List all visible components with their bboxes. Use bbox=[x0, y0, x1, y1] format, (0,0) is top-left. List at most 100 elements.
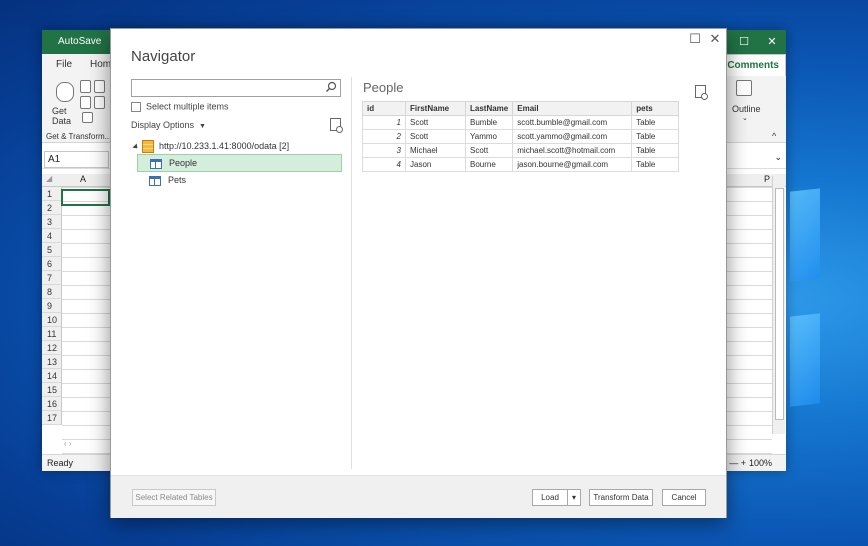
dialog-footer: Select Related Tables Load ▾ Transform D… bbox=[111, 475, 726, 518]
outline-icon[interactable] bbox=[736, 80, 752, 96]
row-header[interactable]: 10 bbox=[42, 313, 62, 327]
column-header[interactable]: id bbox=[362, 101, 406, 116]
recent-sources-icon[interactable] bbox=[94, 96, 105, 109]
table-cell: michael.scott@hotmail.com bbox=[512, 143, 633, 158]
checkbox-box[interactable] bbox=[131, 101, 141, 112]
comments-button[interactable]: Comments bbox=[720, 54, 786, 76]
table-cell: scott.yammo@gmail.com bbox=[512, 129, 633, 144]
column-header[interactable]: FirstName bbox=[405, 101, 466, 116]
load-button[interactable]: Load bbox=[532, 489, 568, 506]
row-header[interactable]: 8 bbox=[42, 285, 62, 299]
dialog-title: Navigator bbox=[131, 48, 196, 65]
row-header[interactable]: 5 bbox=[42, 243, 62, 257]
menu-file[interactable]: File bbox=[56, 59, 72, 70]
cancel-button[interactable]: Cancel bbox=[662, 489, 706, 506]
display-options-label: Display Options bbox=[131, 120, 195, 130]
row-header[interactable]: 14 bbox=[42, 369, 62, 383]
select-all-icon[interactable]: ◢ bbox=[46, 174, 52, 183]
selected-cell[interactable] bbox=[61, 189, 110, 206]
table-row: 1 Scott Bumble scott.bumble@gmail.com Table bbox=[362, 115, 680, 130]
row-header[interactable]: 1 bbox=[42, 187, 62, 201]
from-text-icon[interactable] bbox=[80, 80, 91, 93]
close-icon[interactable]: ✕ bbox=[705, 31, 725, 47]
column-p-cells[interactable] bbox=[726, 187, 772, 457]
column-header[interactable]: LastName bbox=[464, 101, 514, 116]
maximize-icon[interactable]: ☐ bbox=[685, 31, 705, 47]
select-related-tables-button[interactable]: Select Related Tables bbox=[132, 489, 216, 506]
column-a-cells[interactable] bbox=[62, 187, 110, 457]
select-multiple-checkbox[interactable]: Select multiple items bbox=[131, 101, 229, 113]
menu-home[interactable]: Hom bbox=[90, 59, 111, 70]
table-cell: Table bbox=[631, 129, 680, 144]
maximize-icon[interactable]: ☐ bbox=[730, 30, 758, 54]
table-header-row: id FirstName LastName Email pets bbox=[362, 101, 680, 116]
transform-data-button[interactable]: Transform Data bbox=[589, 489, 653, 506]
row-header[interactable]: 11 bbox=[42, 327, 62, 341]
column-a-header[interactable]: A bbox=[80, 174, 86, 184]
row-header[interactable]: 16 bbox=[42, 397, 62, 411]
preview-title: People bbox=[363, 80, 404, 95]
preview-export-icon[interactable] bbox=[695, 85, 708, 100]
source-url: http://10.233.1.41:8000/odata bbox=[159, 141, 277, 151]
close-icon[interactable]: ✕ bbox=[758, 30, 786, 54]
row-header[interactable]: 7 bbox=[42, 271, 62, 285]
load-dropdown-chevron-icon[interactable]: ▾ bbox=[567, 489, 581, 506]
row-header[interactable]: 13 bbox=[42, 355, 62, 369]
tree-item-people[interactable]: People bbox=[137, 154, 342, 172]
formula-expand-icon[interactable]: ⌄ bbox=[774, 152, 782, 163]
existing-connections-icon[interactable] bbox=[82, 112, 93, 123]
display-options-dropdown[interactable]: Display Options ▼ bbox=[131, 120, 206, 130]
tree-source-node[interactable]: http://10.233.1.41:8000/odata [2] bbox=[132, 139, 289, 154]
table-cell: scott.bumble@gmail.com bbox=[512, 115, 633, 130]
get-data-icon[interactable] bbox=[56, 82, 74, 102]
table-cell: Jason bbox=[405, 157, 466, 172]
table-cell: 4 bbox=[362, 157, 406, 172]
row-header[interactable]: 12 bbox=[42, 341, 62, 355]
odata-feed-icon bbox=[142, 140, 154, 154]
table-cell: Yammo bbox=[464, 129, 514, 144]
outline-label[interactable]: Outline bbox=[732, 104, 761, 114]
vertical-scrollbar[interactable] bbox=[772, 176, 785, 434]
refresh-document-icon[interactable] bbox=[330, 118, 343, 133]
pane-divider[interactable] bbox=[351, 77, 352, 469]
search-icon[interactable] bbox=[325, 81, 337, 93]
table-cell: Bumble bbox=[464, 115, 514, 130]
table-cell: Scott bbox=[405, 129, 466, 144]
collapse-ribbon-icon[interactable]: ^ bbox=[772, 131, 776, 141]
row-header[interactable]: 9 bbox=[42, 299, 62, 313]
table-cell: Table bbox=[631, 143, 680, 158]
name-box[interactable]: A1 bbox=[44, 151, 109, 168]
search-input[interactable] bbox=[132, 80, 324, 96]
row-header[interactable]: 6 bbox=[42, 257, 62, 271]
table-cell: Scott bbox=[464, 143, 514, 158]
table-cell: 3 bbox=[362, 143, 406, 158]
tree-item-label: People bbox=[169, 158, 198, 168]
from-table-icon[interactable] bbox=[80, 96, 91, 109]
column-header[interactable]: pets bbox=[631, 101, 680, 116]
table-cell: Table bbox=[631, 115, 680, 130]
row-header[interactable]: 2 bbox=[42, 201, 62, 215]
zoom-slider[interactable]: — + bbox=[729, 458, 746, 468]
from-web-icon[interactable] bbox=[94, 80, 105, 93]
row-header[interactable]: 4 bbox=[42, 229, 62, 243]
row-header[interactable]: 15 bbox=[42, 383, 62, 397]
tree-item-pets[interactable]: Pets bbox=[137, 172, 340, 188]
sheet-nav-icon[interactable]: ‹ › bbox=[64, 439, 72, 448]
table-cell: Scott bbox=[405, 115, 466, 130]
table-row: 2 Scott Yammo scott.yammo@gmail.com Table bbox=[362, 129, 680, 144]
row-headers: 1 2 3 4 5 6 7 8 9 10 11 12 13 14 15 16 17 bbox=[42, 187, 62, 425]
select-multiple-label: Select multiple items bbox=[146, 101, 229, 112]
table-cell: 2 bbox=[362, 129, 406, 144]
row-header[interactable]: 3 bbox=[42, 215, 62, 229]
autosave-label: AutoSave bbox=[58, 36, 102, 47]
column-header[interactable]: Email bbox=[512, 101, 633, 116]
scroll-thumb[interactable] bbox=[775, 188, 784, 420]
table-icon bbox=[149, 175, 161, 186]
outline-chevron-icon[interactable]: ⌄ bbox=[742, 114, 748, 122]
row-header[interactable]: 17 bbox=[42, 411, 62, 425]
zoom-level[interactable]: 100% bbox=[749, 458, 772, 468]
expand-triangle-icon[interactable] bbox=[132, 143, 140, 151]
get-data-label[interactable]: Get Data bbox=[52, 106, 71, 126]
search-box[interactable] bbox=[131, 79, 341, 97]
column-p-header[interactable]: P bbox=[764, 174, 770, 184]
